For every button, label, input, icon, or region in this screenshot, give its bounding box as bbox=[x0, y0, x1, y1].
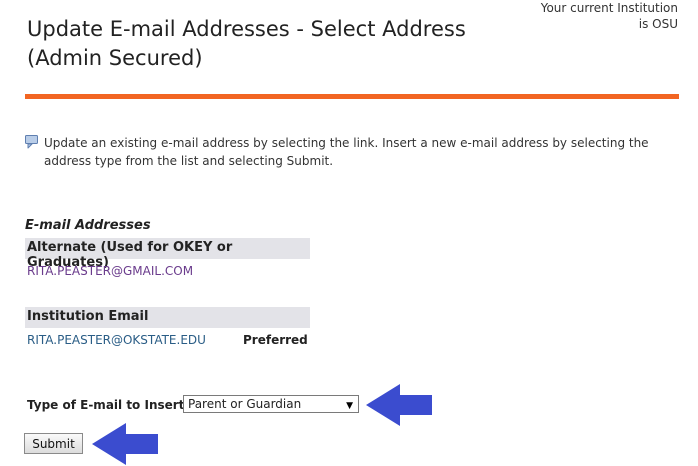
page-title: Update E-mail Addresses - Select Address… bbox=[27, 15, 466, 73]
insert-type-label: Type of E-mail to Insert: bbox=[27, 398, 190, 412]
preferred-flag: Preferred bbox=[243, 333, 308, 347]
arrow-pointer-icon bbox=[366, 384, 432, 426]
info-message: Update an existing e-mail address by sel… bbox=[25, 134, 665, 170]
alternate-email-header: Alternate (Used for OKEY or Graduates) bbox=[25, 238, 310, 270]
institution-email-link[interactable]: RITA.PEASTER@OKSTATE.EDU bbox=[27, 333, 206, 347]
info-icon bbox=[25, 135, 38, 149]
alternate-email-link[interactable]: RITA.PEASTER@GMAIL.COM bbox=[27, 264, 193, 278]
header-divider bbox=[25, 94, 679, 99]
email-section-label: E-mail Addresses bbox=[25, 218, 151, 233]
current-institution-line1: Your current Institution bbox=[540, 1, 678, 15]
institution-email-header-label: Institution Email bbox=[27, 309, 149, 324]
page-title-line1: Update E-mail Addresses - Select Address bbox=[27, 17, 466, 41]
email-type-select[interactable]: Parent or Guardian ▼ bbox=[183, 395, 359, 413]
current-institution: Your current Institution is OSU bbox=[541, 0, 678, 32]
chevron-down-icon: ▼ bbox=[346, 401, 353, 411]
page-title-line2: (Admin Secured) bbox=[27, 46, 203, 70]
arrow-pointer-icon bbox=[92, 423, 158, 465]
current-institution-line2: is OSU bbox=[638, 17, 678, 31]
institution-email-header: Institution Email bbox=[25, 307, 310, 328]
submit-button[interactable]: Submit bbox=[24, 433, 83, 454]
email-type-selected: Parent or Guardian bbox=[188, 397, 302, 411]
info-text: Update an existing e-mail address by sel… bbox=[44, 136, 649, 168]
